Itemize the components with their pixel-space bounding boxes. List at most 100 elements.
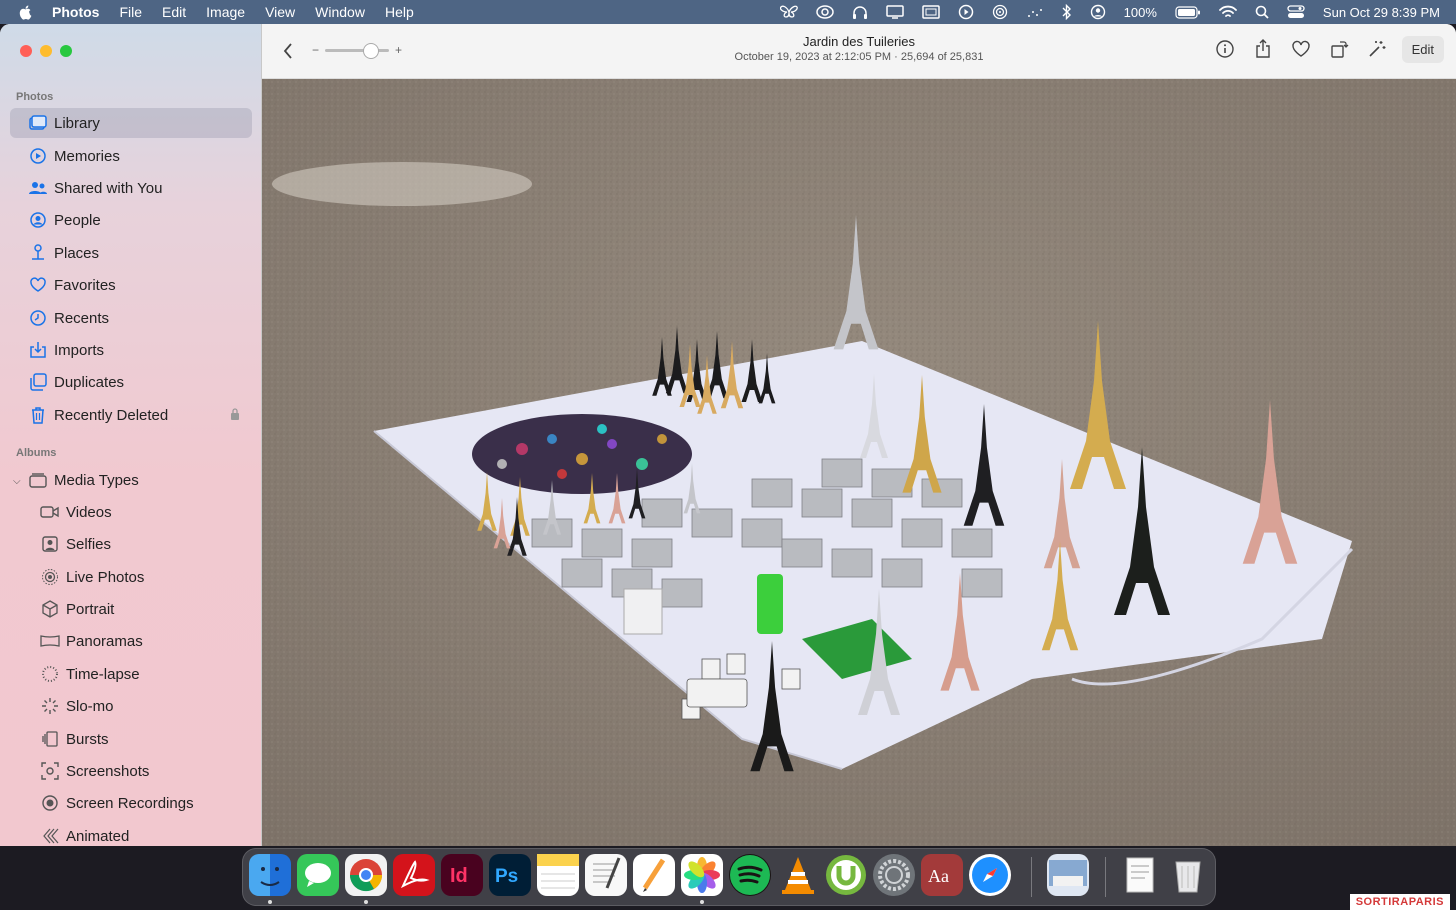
sidebar-item-label: Imports xyxy=(54,341,105,359)
menu-file[interactable]: File xyxy=(119,4,142,20)
library-icon xyxy=(28,113,48,133)
menu-edit[interactable]: Edit xyxy=(162,4,186,20)
app-menu[interactable]: Photos xyxy=(52,4,99,20)
downloads-stack-icon[interactable] xyxy=(1119,854,1161,896)
sidebar-item-label: Selfies xyxy=(66,535,112,553)
butterfly-icon[interactable] xyxy=(779,5,798,19)
dots-graph-icon[interactable] xyxy=(1026,6,1044,18)
textedit-icon[interactable] xyxy=(585,854,627,896)
edit-button[interactable]: Edit xyxy=(1401,35,1444,63)
selfie-portrait-icon xyxy=(40,534,60,554)
time-lapse-icon xyxy=(40,664,60,684)
sidebar-item-label: Recents xyxy=(54,309,110,327)
window-controls xyxy=(20,45,72,57)
auto-enhance-button[interactable] xyxy=(1364,34,1390,64)
search-icon[interactable] xyxy=(1255,5,1269,19)
photos-app-icon[interactable] xyxy=(681,854,723,896)
section-albums-header: Albums xyxy=(16,447,57,459)
dock-separator xyxy=(1105,857,1106,897)
bursts-icon xyxy=(40,729,60,749)
safari-icon[interactable] xyxy=(969,854,1011,896)
screen-mirroring-icon[interactable] xyxy=(921,5,940,19)
svg-text:Aa: Aa xyxy=(928,866,949,886)
menu-image[interactable]: Image xyxy=(206,4,245,20)
sidebar-item-screenshots[interactable]: Screenshots xyxy=(10,756,252,786)
shared-people-icon xyxy=(28,178,48,198)
sidebar-item-animated[interactable]: Animated xyxy=(10,821,252,846)
sidebar-item-recents[interactable]: Recents xyxy=(10,303,252,333)
sidebar-item-slo-mo[interactable]: Slo-mo xyxy=(10,691,252,721)
sidebar-item-label: People xyxy=(54,211,101,229)
close-window-button[interactable] xyxy=(20,45,32,57)
wifi-icon[interactable] xyxy=(1219,5,1237,19)
sidebar-item-library[interactable]: Library xyxy=(10,108,252,138)
apple-menu-icon[interactable] xyxy=(18,4,34,20)
notes-icon[interactable] xyxy=(537,854,579,896)
person-circle-icon xyxy=(28,210,48,230)
sidebar-item-label: Library xyxy=(54,114,100,132)
headphones-icon[interactable] xyxy=(852,5,868,19)
menu-window[interactable]: Window xyxy=(315,4,365,20)
sidebar-item-duplicates[interactable]: Duplicates xyxy=(10,367,252,397)
finder-running-dot xyxy=(268,900,272,904)
utorrent-icon[interactable] xyxy=(825,854,867,896)
sidebar-item-label: Memories xyxy=(54,147,120,165)
zoom-window-button[interactable] xyxy=(60,45,72,57)
minimize-window-button[interactable] xyxy=(40,45,52,57)
spotify-icon[interactable] xyxy=(729,854,771,896)
creative-cloud-icon[interactable] xyxy=(815,5,834,19)
messages-icon[interactable] xyxy=(297,854,339,896)
sidebar-item-label: Favorites xyxy=(54,276,116,294)
bluetooth-icon[interactable] xyxy=(1062,4,1072,20)
sidebar-item-portrait[interactable]: Portrait xyxy=(10,594,252,624)
info-button[interactable] xyxy=(1212,34,1238,64)
sidebar-item-places[interactable]: Places xyxy=(10,238,252,268)
play-circle-icon[interactable] xyxy=(958,4,974,20)
sidebar-item-selfies[interactable]: Selfies xyxy=(10,529,252,559)
share-button[interactable] xyxy=(1250,34,1276,64)
control-center-icon[interactable] xyxy=(1287,5,1305,19)
acrobat-icon[interactable] xyxy=(393,854,435,896)
favorite-button[interactable] xyxy=(1288,34,1314,64)
sidebar-item-videos[interactable]: Videos xyxy=(10,497,252,527)
live-photo-icon xyxy=(40,567,60,587)
sidebar-item-recently-deleted[interactable]: Recently Deleted xyxy=(10,400,252,430)
sidebar-item-time-lapse[interactable]: Time-lapse xyxy=(10,659,252,689)
sidebar-item-shared-with-you[interactable]: Shared with You xyxy=(10,173,252,203)
sidebar-item-screen-recordings[interactable]: Screen Recordings xyxy=(10,788,252,818)
menu-help[interactable]: Help xyxy=(385,4,414,20)
dictionary-icon[interactable]: Aa xyxy=(921,854,963,896)
system-settings-icon[interactable] xyxy=(873,854,915,896)
vlc-icon[interactable] xyxy=(777,854,819,896)
airdrop-icon[interactable] xyxy=(992,4,1008,20)
chrome-icon[interactable] xyxy=(345,854,387,896)
preview-window-thumbnail[interactable] xyxy=(1047,854,1089,896)
sidebar-item-panoramas[interactable]: Panoramas xyxy=(10,626,252,656)
menu-clock[interactable]: Sun Oct 29 8:39 PM xyxy=(1323,5,1440,20)
rotate-button[interactable] xyxy=(1326,34,1352,64)
sidebar-item-media-types[interactable]: Media Types xyxy=(10,465,252,495)
sidebar-item-label: Screen Recordings xyxy=(66,794,194,812)
share-icon xyxy=(1255,39,1270,58)
sidebar-item-people[interactable]: People xyxy=(10,205,252,235)
sidebar-item-imports[interactable]: Imports xyxy=(10,335,252,365)
battery-icon[interactable] xyxy=(1175,5,1201,19)
chrome-running-dot xyxy=(364,900,368,904)
sidebar-item-bursts[interactable]: Bursts xyxy=(10,724,252,754)
sidebar-item-label: Duplicates xyxy=(54,373,125,391)
sidebar-item-memories[interactable]: Memories xyxy=(10,141,252,171)
sidebar-item-live-photos[interactable]: Live Photos xyxy=(10,562,252,592)
sidebar-item-favorites[interactable]: Favorites xyxy=(10,270,252,300)
indesign-icon[interactable]: Id xyxy=(441,854,483,896)
photoshop-icon[interactable]: Ps xyxy=(489,854,531,896)
sidebar-item-label: Recently Deleted xyxy=(54,406,169,424)
magic-wand-icon xyxy=(1369,41,1386,57)
finder-icon[interactable] xyxy=(249,854,291,896)
menu-view[interactable]: View xyxy=(265,4,295,20)
trash-icon[interactable] xyxy=(1167,854,1209,896)
display-icon[interactable] xyxy=(885,5,904,19)
photo-viewer[interactable] xyxy=(262,79,1456,846)
battery-percentage: 100% xyxy=(1123,4,1157,20)
user-account-icon[interactable] xyxy=(1090,4,1106,20)
pages-icon[interactable] xyxy=(633,854,675,896)
